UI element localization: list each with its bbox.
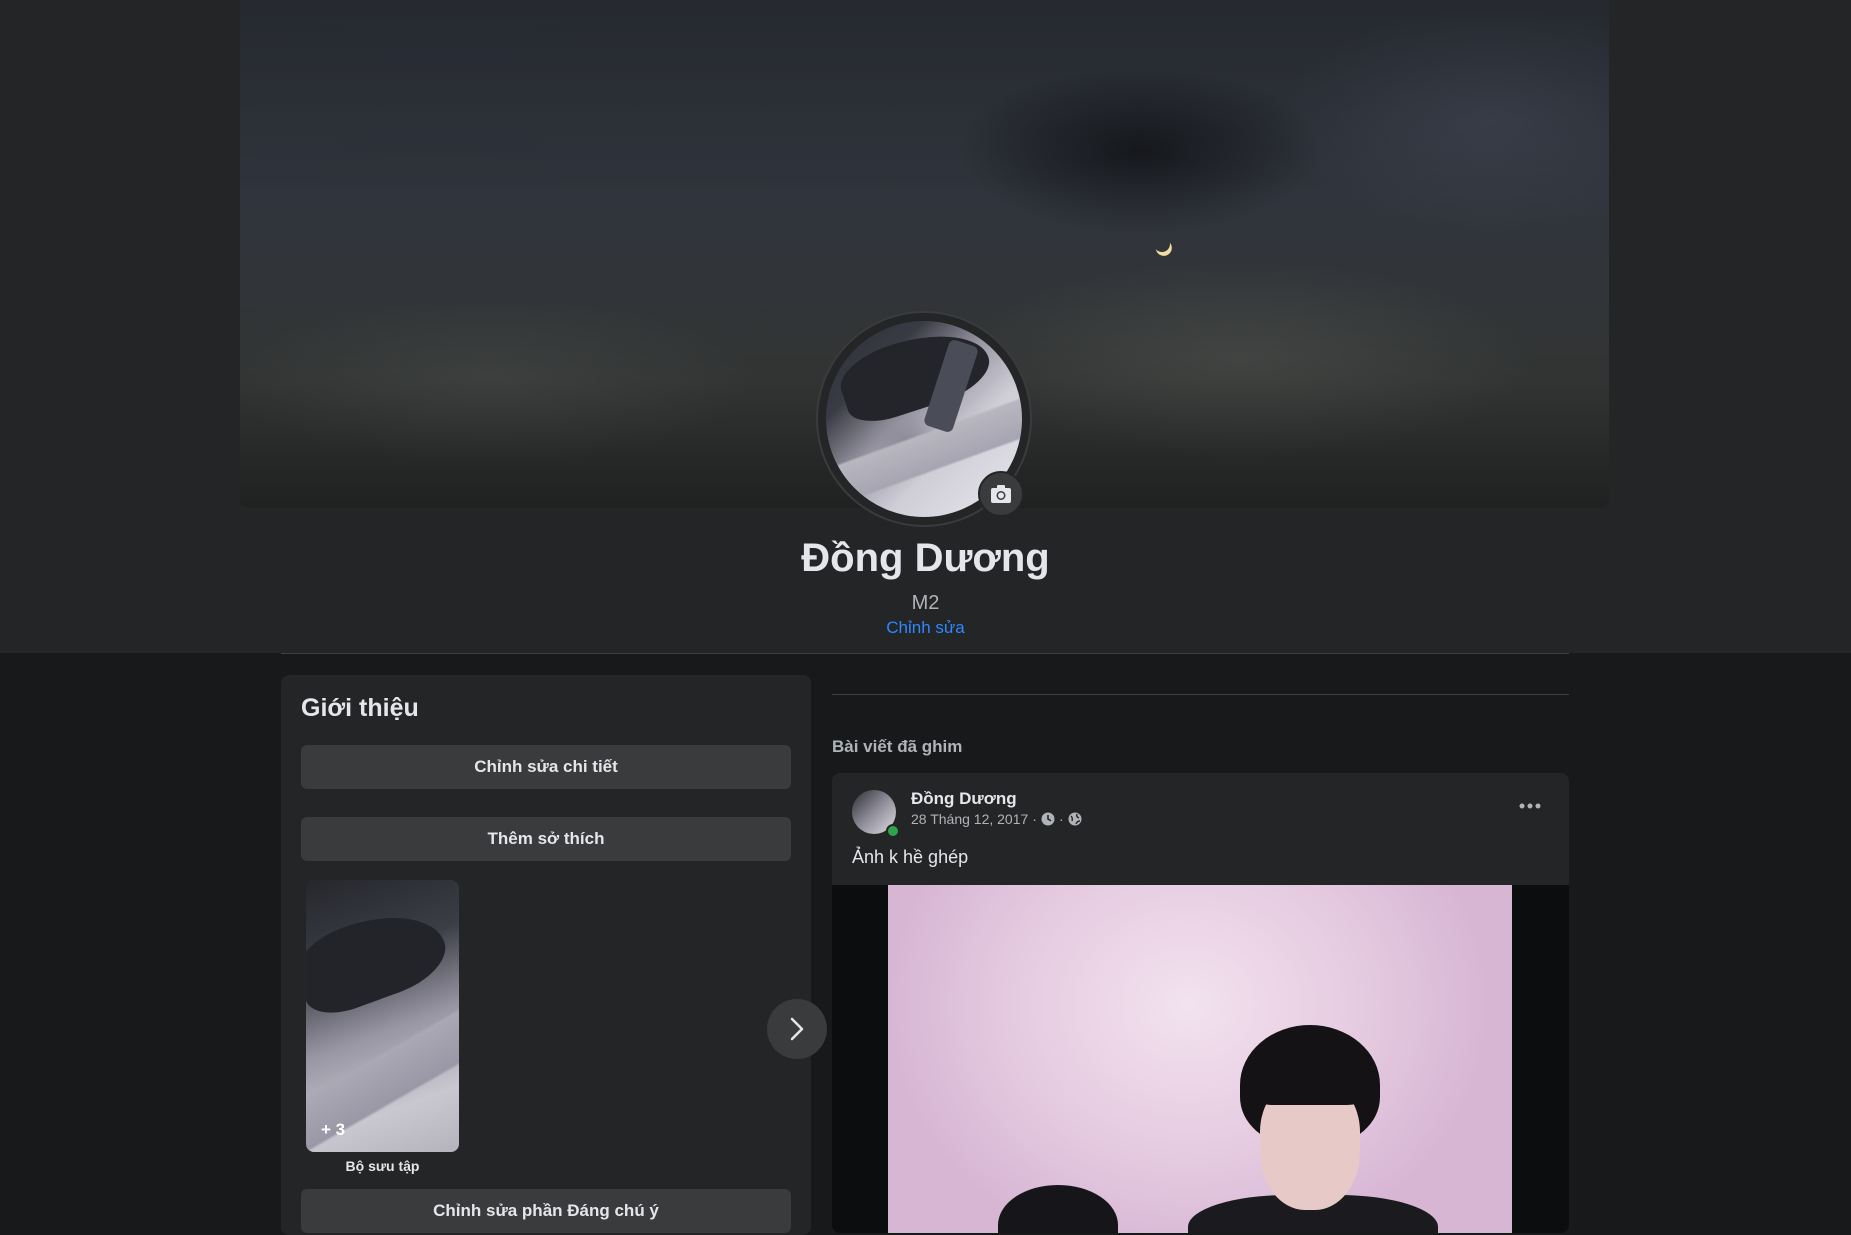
post-author-name[interactable]: Đồng Dương <box>911 789 1017 809</box>
collection-label: Bộ sưu tập <box>345 1158 420 1174</box>
post-meta: 28 Tháng 12, 2017 · · <box>911 811 1082 827</box>
camera-icon <box>991 485 1011 503</box>
post-photo[interactable] <box>888 885 1512 1233</box>
post-options-button[interactable] <box>1512 788 1548 824</box>
profile-avatar[interactable] <box>818 313 1030 525</box>
intro-card: Giới thiệu Chỉnh sửa chi tiết Thêm sở th… <box>281 675 827 1235</box>
meta-separator: · <box>1058 811 1064 827</box>
add-hobbies-button[interactable]: Thêm sở thích <box>301 817 791 861</box>
post-media <box>832 885 1569 1233</box>
profile-bio: M2 <box>911 592 940 614</box>
photo-figure <box>1248 1035 1372 1105</box>
collection-count: + 3 <box>321 1120 346 1139</box>
divider <box>281 653 1569 654</box>
post-date[interactable]: 28 Tháng 12, 2017 <box>911 811 1028 827</box>
chevron-right-icon <box>790 1017 804 1041</box>
change-avatar-button[interactable] <box>978 471 1024 517</box>
next-featured-button[interactable] <box>767 999 827 1059</box>
profile-name: Đồng Dương <box>801 536 1050 580</box>
globe-icon[interactable] <box>1068 812 1082 826</box>
intro-title: Giới thiệu <box>301 694 419 722</box>
edit-bio-link[interactable]: Chỉnh sửa <box>0 618 1851 638</box>
pinned-posts-label: Bài viết đã ghim <box>832 737 963 756</box>
online-status-dot <box>886 824 900 838</box>
photo-figure <box>998 1185 1118 1233</box>
more-icon <box>1519 803 1541 809</box>
meta-separator: · <box>1032 811 1037 827</box>
post-text: Ảnh k hề ghép <box>852 847 969 867</box>
edit-featured-button[interactable]: Chỉnh sửa phần Đáng chú ý <box>301 1189 791 1233</box>
divider <box>832 694 1569 695</box>
edit-details-button[interactable]: Chỉnh sửa chi tiết <box>301 745 791 789</box>
clock-icon <box>1041 812 1055 826</box>
pinned-post: Đồng Dương 28 Tháng 12, 2017 · · Ảnh k h… <box>832 773 1569 1233</box>
featured-collection[interactable]: + 3 <box>306 880 459 1152</box>
